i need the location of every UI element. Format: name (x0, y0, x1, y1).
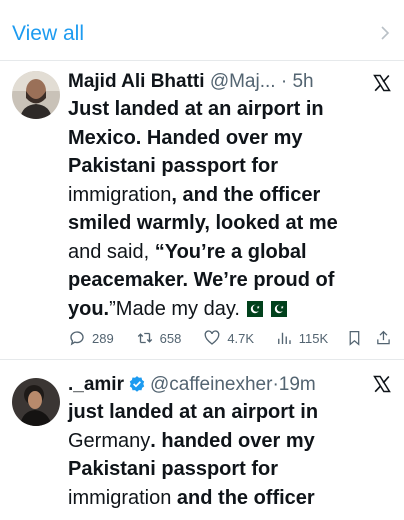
author-name[interactable]: ._amir (68, 374, 124, 395)
text-line: Just landed at an airport in (68, 98, 324, 120)
view-all-bar[interactable]: View all (0, 0, 404, 60)
timestamp[interactable]: 5h (292, 71, 313, 92)
tweet-header: Majid Ali Bhatti @Maj... · 5h (68, 69, 392, 95)
repost-count: 658 (159, 330, 182, 346)
reply-icon (70, 331, 84, 346)
author-handle[interactable]: @Maj... (210, 71, 276, 92)
text-line: Pakistani passport for (68, 155, 279, 177)
repost-icon (137, 332, 152, 344)
timestamp[interactable]: 19m (279, 374, 316, 395)
flag-group (240, 300, 287, 317)
reply-button[interactable]: 289 (68, 329, 136, 347)
views-icon (277, 332, 291, 344)
x-logo-icon (373, 375, 391, 393)
text-segment: . handed over my (150, 429, 315, 452)
text-line: peacemaker. We’re proud of (68, 269, 335, 291)
text-segment: and said, (68, 240, 155, 263)
repost-button[interactable]: 658 (136, 329, 204, 347)
text-segment: ”Made my day. (109, 297, 240, 320)
text-segment: and the officer (171, 486, 315, 509)
action-bar: 289 658 4.7K 115K (68, 327, 392, 349)
pakistan-flag-icon (264, 300, 287, 317)
views-button[interactable]: 115K (275, 329, 346, 347)
like-button[interactable]: 4.7K (203, 329, 274, 347)
text-line: just landed at an airport in (68, 401, 319, 423)
author-name[interactable]: Majid Ali Bhatti (68, 71, 205, 92)
tweet[interactable]: Majid Ali Bhatti @Maj... · 5h Just lande… (0, 61, 404, 359)
verified-badge-icon (129, 376, 145, 392)
chevron-right-icon[interactable] (378, 24, 392, 42)
separator-dot: · (280, 71, 288, 92)
tweet-text: Just landed at an airport in Mexico. Han… (68, 95, 398, 323)
share-icon[interactable] (375, 329, 392, 347)
text-segment: you. (68, 297, 110, 320)
text-segment: , and the officer (171, 183, 321, 206)
views-count: 115K (298, 330, 329, 346)
text-segment: immigration (68, 183, 172, 206)
avatar[interactable] (12, 71, 60, 119)
x-logo-icon (373, 74, 391, 92)
tweet[interactable]: ._amir @caffeinexher·19m just landed at a… (0, 360, 404, 520)
bookmark-icon[interactable] (346, 329, 363, 347)
text-segment: immigration (68, 486, 172, 509)
text-line: Mexico. Handed over my (68, 126, 303, 149)
tweet-text: just landed at an airport in Germany. ha… (68, 398, 398, 512)
view-all-link[interactable]: View all (12, 22, 84, 46)
like-count: 4.7K (227, 330, 255, 346)
reply-count: 289 (92, 330, 114, 346)
text-line: smiled warmly, looked at me (68, 212, 338, 234)
text-segment: “You’re a global (154, 240, 307, 263)
text-line: Pakistani passport for (68, 458, 279, 480)
tweet-header: ._amir @caffeinexher·19m (68, 372, 392, 398)
like-icon (204, 330, 220, 345)
pakistan-flag-icon (240, 300, 263, 317)
avatar[interactable] (12, 378, 60, 426)
text-segment: Germany (68, 429, 151, 452)
author-handle[interactable]: @caffeinexher (150, 374, 272, 395)
